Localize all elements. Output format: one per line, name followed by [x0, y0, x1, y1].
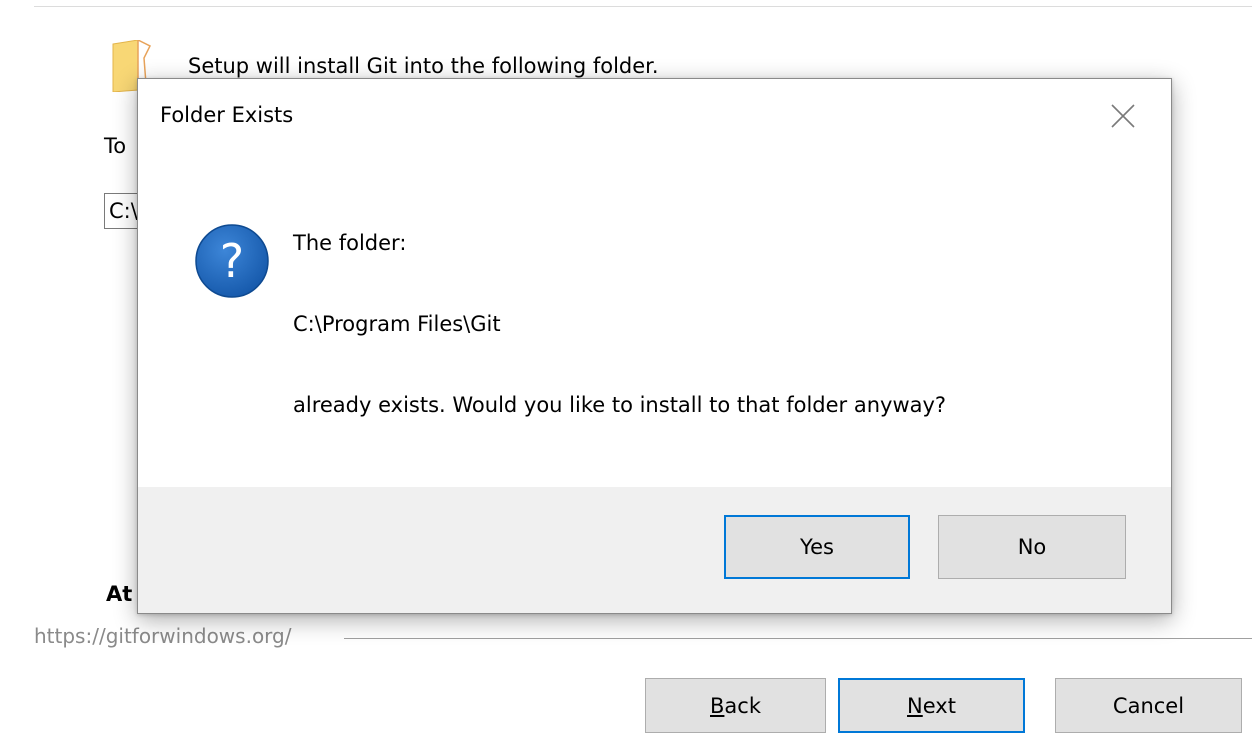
svg-text:?: ? — [220, 234, 244, 288]
message-line-folder: The folder: — [293, 231, 407, 255]
question-icon: ? — [194, 223, 270, 299]
next-label: ext — [922, 693, 956, 718]
back-label: ack — [724, 693, 761, 718]
continue-instruction-text: To — [104, 134, 127, 158]
message-path: C:\Program Files\Git — [293, 312, 501, 336]
folder-exists-dialog: Folder Exists ? The folder: C:\Program F… — [137, 78, 1172, 614]
next-button[interactable]: Next — [838, 678, 1025, 733]
next-mnemonic: N — [907, 693, 923, 718]
install-folder-message: Setup will install Git into the followin… — [188, 54, 659, 78]
close-icon[interactable] — [1106, 99, 1140, 133]
footer-divider — [344, 638, 1252, 639]
yes-button[interactable]: Yes — [724, 515, 910, 579]
back-mnemonic: B — [710, 693, 725, 718]
message-question: already exists. Would you like to instal… — [293, 393, 947, 417]
installer-window: Setup will install Git into the followin… — [0, 0, 1252, 742]
no-button[interactable]: No — [938, 515, 1126, 579]
cancel-button[interactable]: Cancel — [1055, 678, 1242, 733]
disk-space-text: At — [106, 582, 133, 606]
back-button[interactable]: Back — [645, 678, 826, 733]
dialog-title: Folder Exists — [160, 103, 294, 127]
header-divider — [34, 6, 1252, 7]
gitforwindows-link[interactable]: https://gitforwindows.org/ — [34, 624, 291, 648]
